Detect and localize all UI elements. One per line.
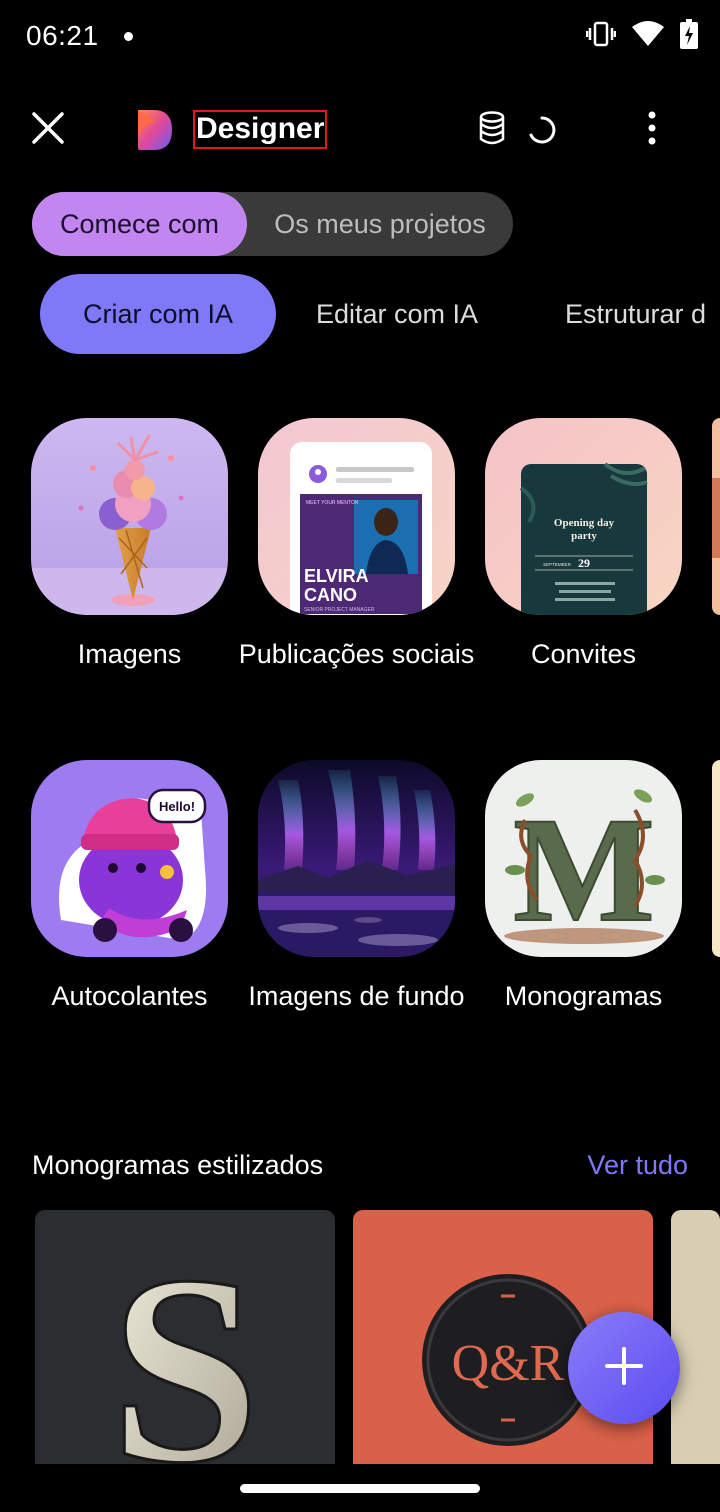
app-header: Designer [0, 92, 720, 168]
tile-peek-row1 [712, 418, 720, 615]
more-options-button[interactable] [630, 106, 674, 154]
create-fab-button[interactable] [568, 1312, 680, 1424]
status-icons [585, 18, 698, 54]
social-meet-text: MEET YOUR MENTOR [306, 500, 359, 506]
app-title: Designer [193, 110, 328, 149]
social-role: SENIOR PROJECT MANAGER [304, 607, 375, 613]
invite-month: SEPTEMBER [543, 562, 572, 567]
home-indicator[interactable] [240, 1484, 480, 1493]
coins-icon [478, 110, 506, 150]
chip-editar-com-ia[interactable]: Editar com IA [316, 274, 478, 354]
plus-icon [604, 1346, 644, 1391]
wifi-icon [632, 20, 664, 52]
see-all-link[interactable]: Ver tudo [587, 1150, 688, 1181]
tile-label: Publicações sociais [238, 639, 475, 669]
invite-title-2: party [571, 530, 597, 542]
invite-day: 29 [578, 556, 590, 570]
tab-comece-com[interactable]: Comece com [32, 192, 247, 256]
close-icon [31, 111, 65, 150]
designer-logo [134, 108, 174, 152]
category-chips: Criar com IA Editar com IA Estruturar d [0, 274, 720, 354]
invitation-thumbnail: Opening day party SEPTEMBER 29 [485, 418, 682, 615]
sticker-bubble-text: Hello! [159, 799, 195, 814]
tab-os-meus-projetos[interactable]: Os meus projetos [247, 192, 513, 256]
monogram-thumbnail: M [485, 760, 682, 957]
tile-label: Autocolantes [51, 981, 208, 1011]
card-letter-qr: Q&R [452, 1335, 565, 1392]
tile-label: Monogramas [504, 981, 663, 1011]
status-bar: 06:21 [0, 0, 720, 76]
sticker-thumbnail: Hello! [31, 760, 228, 957]
more-vert-icon [647, 111, 657, 150]
close-button[interactable] [24, 106, 72, 154]
social-post-thumbnail: MEET YOUR MENTOR ELVIRA CANO SENIOR PROJ… [258, 418, 455, 615]
coins-button[interactable] [472, 108, 512, 152]
chip-estruturar[interactable]: Estruturar d [565, 274, 706, 354]
loading-spinner-icon [522, 110, 562, 150]
vibrate-icon [585, 20, 617, 53]
social-name-1: ELVIRA [304, 566, 369, 586]
ice-cream-thumbnail [31, 418, 228, 615]
section-title: Monogramas estilizados [32, 1150, 324, 1180]
social-name-2: CANO [304, 585, 357, 605]
segmented-control: Comece com Os meus projetos [32, 192, 513, 256]
monogram-card-s[interactable]: S [35, 1210, 335, 1464]
invite-title-1: Opening day [554, 517, 615, 529]
tile-peek-row2 [712, 760, 720, 957]
tile-label: Convites [530, 639, 637, 669]
battery-charging-icon [680, 18, 698, 54]
chip-criar-com-ia[interactable]: Criar com IA [40, 274, 276, 354]
status-time: 06:21 [26, 20, 99, 51]
card-letter-s: S [110, 1220, 260, 1464]
tile-label: Imagens [77, 639, 182, 669]
monogram-card-peek[interactable] [671, 1210, 720, 1464]
notification-dot [124, 32, 133, 41]
tile-label: Imagens de fundo [248, 981, 465, 1011]
aurora-thumbnail [258, 760, 455, 957]
